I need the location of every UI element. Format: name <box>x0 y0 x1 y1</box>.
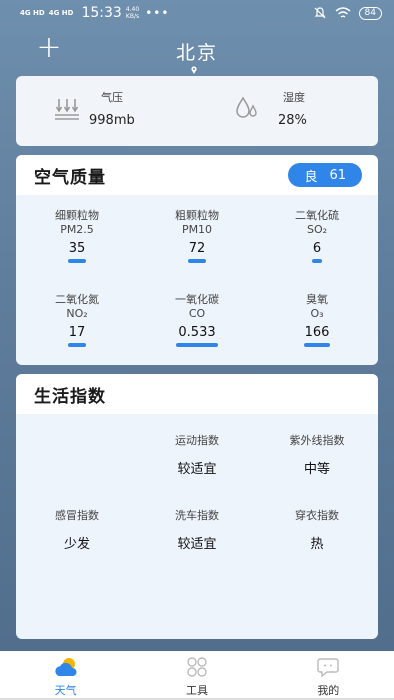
aq-item-value: 17 <box>68 325 86 340</box>
pressure-humidity-card: 气压 998mb 湿度 28% <box>16 76 378 146</box>
more-dots: ••• <box>145 6 170 20</box>
aq-item-value: 35 <box>68 241 86 256</box>
grid-icon <box>187 657 207 677</box>
signal-2-icon: 4G HD <box>48 8 74 17</box>
life-item-name: 洗车指数 <box>175 509 219 522</box>
pressure-value: 998mb <box>89 113 135 128</box>
battery-indicator: 84 <box>358 6 382 20</box>
mute-icon <box>314 7 325 19</box>
aq-item-code: SO₂ <box>306 223 328 236</box>
life-item-value: 热 <box>310 537 324 552</box>
net-speed-value: 4.40 <box>125 6 140 13</box>
nav-tab-weather[interactable]: 天气 <box>0 651 132 700</box>
aq-item-bar <box>312 259 322 263</box>
life-item-name: 紫外线指数 <box>289 434 345 447</box>
signal-1-icon: 4G HD <box>20 8 45 17</box>
nav-label-weather: 天气 <box>54 684 77 697</box>
life-item-clothing[interactable]: 穿衣指数 热 <box>257 507 377 552</box>
life-item-value: 中等 <box>303 462 330 477</box>
aq-item-bar <box>188 259 206 263</box>
aq-item-bar <box>176 343 218 347</box>
aq-item-bar <box>304 343 330 347</box>
air-quality-card: 空气质量 良 61 细颗粒物 PM2.5 35 粗颗粒物 PM10 72 二氧化… <box>16 155 378 365</box>
life-item-uv[interactable]: 紫外线指数 中等 <box>257 432 377 477</box>
life-item-name: 运动指数 <box>175 434 219 447</box>
nav-label-tools: 工具 <box>185 684 208 697</box>
wifi-icon <box>335 6 351 18</box>
net-speed: 4.40 KB/s <box>126 6 139 20</box>
life-item-sport[interactable]: 运动指数 较适宜 <box>137 432 257 477</box>
aq-item-bar <box>68 343 86 347</box>
aq-item-o3: 臭氧 O₃ 166 <box>257 293 377 347</box>
aq-item-bar <box>68 259 86 263</box>
header: + 北京 <box>0 26 394 76</box>
life-item-value: 较适宜 <box>177 462 217 477</box>
bottom-nav: 天气 工具 我的 <box>0 651 394 700</box>
aqi-level: 良 <box>304 169 318 185</box>
aq-item-so2: 二氧化硫 SO₂ 6 <box>257 209 377 263</box>
aq-item-value: 0.533 <box>178 325 216 340</box>
aqi-badge[interactable]: 良 61 <box>288 163 362 187</box>
nav-label-mine: 我的 <box>317 684 340 697</box>
pressure-icon <box>55 99 79 120</box>
aq-item-name: 二氧化氮 <box>55 293 99 306</box>
life-item-cold[interactable]: 感冒指数 少发 <box>17 507 137 552</box>
nav-tab-tools[interactable]: 工具 <box>131 651 263 700</box>
life-index-card: 生活指数 运动指数 较适宜 紫外线指数 中等 感冒指数 少发 洗车指数 较适宜 … <box>16 374 378 639</box>
life-item-carwash[interactable]: 洗车指数 较适宜 <box>137 507 257 552</box>
aq-item-value: 6 <box>312 241 322 256</box>
status-time: 15:33 <box>81 5 122 21</box>
aq-item-name: 粗颗粒物 <box>175 209 219 222</box>
aq-item-value: 166 <box>304 325 330 340</box>
aq-item-value: 72 <box>188 241 206 256</box>
status-bar: 4G HD 4G HD 15:33 4.40 KB/s ••• 84 <box>0 0 394 26</box>
aq-item-no2: 二氧化氮 NO₂ 17 <box>17 293 137 347</box>
aq-item-pm25: 细颗粒物 PM2.5 35 <box>17 209 137 263</box>
city-name[interactable]: 北京 <box>0 38 394 65</box>
humidity-label: 湿度 <box>283 91 305 104</box>
nav-tab-mine[interactable]: 我的 <box>262 651 394 700</box>
life-item-value: 少发 <box>63 537 90 552</box>
aq-item-name: 一氧化碳 <box>175 293 219 306</box>
aq-item-pm10: 粗颗粒物 PM10 72 <box>137 209 257 263</box>
aq-item-code: O₃ <box>310 307 324 320</box>
location-icon <box>191 66 197 74</box>
aq-item-co: 一氧化碳 CO 0.533 <box>137 293 257 347</box>
humidity-icon <box>236 96 257 118</box>
status-left: 4G HD 4G HD 15:33 4.40 KB/s ••• <box>20 5 169 21</box>
aq-item-name: 二氧化硫 <box>295 209 339 222</box>
aq-item-code: PM2.5 <box>60 223 94 236</box>
life-item-value: 较适宜 <box>177 537 217 552</box>
aqi-value: 61 <box>329 167 346 183</box>
humidity-value: 28% <box>278 113 307 128</box>
life-item-name: 感冒指数 <box>55 509 99 522</box>
status-right: 84 <box>313 6 382 20</box>
aq-item-name: 臭氧 <box>306 293 328 306</box>
aq-item-code: NO₂ <box>66 307 88 320</box>
chat-bubble-icon <box>317 658 340 678</box>
aq-item-name: 细颗粒物 <box>55 209 99 222</box>
air-quality-grid: 细颗粒物 PM2.5 35 粗颗粒物 PM10 72 二氧化硫 SO₂ 6 二氧… <box>16 195 378 365</box>
weather-icon <box>55 658 77 676</box>
aq-item-code: CO <box>188 307 206 320</box>
life-index-header: 生活指数 <box>16 374 378 414</box>
life-index-title: 生活指数 <box>34 386 106 407</box>
net-speed-unit: KB/s <box>125 13 140 20</box>
aq-item-code: PM10 <box>181 223 213 236</box>
life-item-name: 穿衣指数 <box>295 509 339 522</box>
air-quality-title: 空气质量 <box>34 167 106 188</box>
pressure-label: 气压 <box>101 91 123 104</box>
air-quality-header: 空气质量 良 61 <box>16 155 378 195</box>
